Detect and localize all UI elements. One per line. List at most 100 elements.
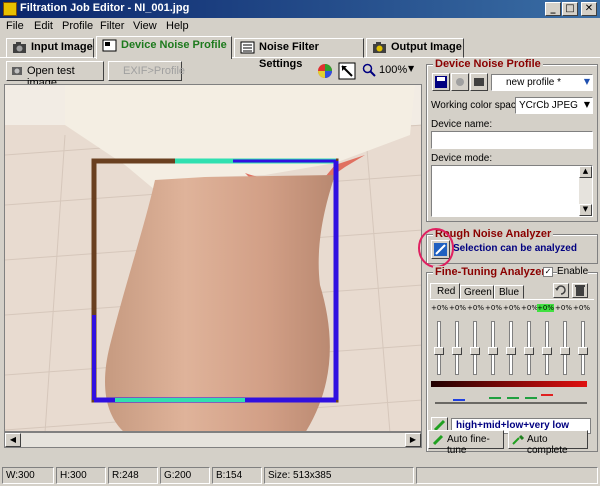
menu-profile[interactable]: Profile: [62, 20, 93, 32]
slider-thumb[interactable]: [488, 347, 498, 355]
status-size: Size: 513x385: [264, 467, 414, 484]
percentage-label-highlighted: +0%: [537, 304, 554, 312]
device-mode-label: Device mode:: [431, 153, 493, 164]
working-color-space-select[interactable]: YCrCb JPEG ▼: [515, 97, 593, 114]
working-color-space-value: YCrCb JPEG: [519, 100, 578, 111]
scroll-down-icon[interactable]: ▼: [579, 204, 592, 216]
tab-output-image[interactable]: Output Image: [366, 38, 464, 58]
slider-thumb[interactable]: [560, 347, 570, 355]
slider-thumb[interactable]: [470, 347, 480, 355]
channel-tab-label: Red: [437, 286, 456, 297]
frequency-markers: [435, 394, 587, 404]
slider-thumb[interactable]: [506, 347, 516, 355]
zoom-dropdown-icon[interactable]: ▼: [408, 64, 414, 73]
sliders-icon: [240, 41, 255, 54]
slider-thumb[interactable]: [434, 347, 444, 355]
status-height: H:300: [56, 467, 106, 484]
image-toolbar: Open test image EXIF>Profile 100% ▼: [0, 59, 422, 89]
tab-device-noise-profile[interactable]: Device Noise Profile: [96, 36, 232, 59]
slider-thumb[interactable]: [578, 347, 588, 355]
menu-filter[interactable]: Filter: [100, 20, 124, 32]
tab-divider: [430, 299, 594, 300]
pencil-icon: [432, 434, 444, 446]
minimize-button[interactable]: _: [545, 2, 561, 16]
frequency-color-bar: [431, 381, 587, 387]
slider-thumb[interactable]: [524, 347, 534, 355]
test-image: [5, 85, 421, 431]
percentage-label: +0%: [555, 304, 572, 312]
tab-label: Input Image: [31, 41, 93, 53]
auto-complete-button[interactable]: Auto complete: [508, 430, 588, 456]
open-test-image-button[interactable]: Open test image: [6, 61, 104, 89]
analyzer-message: Selection can be analyzed: [453, 243, 577, 254]
color-wheel-icon[interactable]: [316, 62, 334, 80]
open-profile-icon: [456, 78, 464, 86]
status-blue: B:154: [212, 467, 262, 484]
tab-label: Device Noise Profile: [121, 39, 227, 51]
percentage-label: +0%: [521, 304, 538, 312]
title-bar: Filtration Job Editor - NI_001.jpg _ □ ✕: [0, 0, 600, 18]
menu-file[interactable]: File: [6, 20, 24, 32]
tab-input-image[interactable]: Input Image: [6, 38, 94, 58]
zoom-level[interactable]: 100%: [379, 64, 407, 76]
device-name-label: Device name:: [431, 119, 493, 130]
profile-manager-button[interactable]: [470, 73, 488, 91]
horizontal-scrollbar[interactable]: ◀ ▶: [4, 432, 422, 448]
group-title: Fine-Tuning Analyzer: [433, 266, 548, 278]
enable-checkbox[interactable]: ✓: [543, 267, 553, 277]
save-profile-button[interactable]: [432, 73, 450, 91]
tab-red[interactable]: Red: [430, 283, 460, 299]
menu-edit[interactable]: Edit: [34, 20, 53, 32]
channel-tab-label: Green: [464, 287, 492, 298]
chevron-down-icon[interactable]: ▼: [584, 100, 590, 109]
scroll-up-icon[interactable]: ▲: [579, 166, 592, 178]
zoom-icon[interactable]: [362, 63, 376, 77]
camera-icon: [373, 42, 386, 53]
percentage-label: +0%: [573, 304, 590, 312]
app-icon: [3, 2, 17, 16]
status-width: W:300: [2, 467, 54, 484]
exif-profile-button[interactable]: EXIF>Profile: [108, 61, 186, 81]
menu-bar: File Edit Profile Filter View Help: [0, 18, 600, 36]
menu-help[interactable]: Help: [166, 20, 189, 32]
right-panel: Device Noise Profile new profile * ▼ Wor…: [418, 58, 600, 458]
percentage-label: +0%: [467, 304, 484, 312]
trash-icon: [575, 285, 585, 296]
tab-green[interactable]: Green: [460, 285, 494, 299]
tab-noise-filter-settings[interactable]: Noise Filter Settings: [234, 38, 364, 70]
group-title: Device Noise Profile: [433, 58, 543, 70]
auto-fine-tune-label: Auto fine-tune: [447, 434, 490, 456]
image-viewport[interactable]: [4, 84, 422, 432]
enable-label: Enable: [557, 266, 589, 277]
wand-icon: [512, 434, 525, 445]
exif-profile-label: EXIF>Profile: [123, 65, 186, 77]
chevron-down-icon[interactable]: ▼: [584, 77, 590, 86]
delete-button[interactable]: [572, 283, 588, 298]
open-profile-button[interactable]: [451, 73, 469, 91]
close-button[interactable]: ✕: [581, 2, 597, 16]
profile-select[interactable]: new profile * ▼: [491, 74, 593, 91]
save-icon: [435, 76, 447, 88]
undo-button[interactable]: [553, 283, 569, 298]
fine-tuning-analyzer-group: Fine-Tuning Analyzer ✓ Enable Red Green …: [426, 266, 598, 452]
device-name-field[interactable]: [431, 131, 593, 149]
window-title: Filtration Job Editor - NI_001.jpg: [20, 2, 190, 14]
percentage-label: +0%: [431, 304, 448, 312]
open-image-icon: [12, 67, 22, 75]
maximize-button[interactable]: □: [562, 2, 578, 16]
profile-icon: [102, 39, 117, 52]
scroll-left-icon[interactable]: ◀: [5, 433, 21, 447]
device-mode-field[interactable]: ▲ ▼: [431, 165, 593, 217]
status-bar: W:300 H:300 R:248 G:200 B:154 Size: 513x…: [0, 464, 600, 486]
slider-thumb[interactable]: [452, 347, 462, 355]
auto-fine-tune-button[interactable]: Auto fine-tune: [428, 430, 504, 456]
slider-thumb[interactable]: [542, 347, 552, 355]
annotation-circle: [418, 228, 454, 268]
fit-arrow-icon[interactable]: [338, 62, 356, 80]
percentage-label: +0%: [503, 304, 520, 312]
tab-blue[interactable]: Blue: [494, 285, 524, 299]
scroll-right-icon[interactable]: ▶: [405, 433, 421, 447]
device-mode-scrollbar[interactable]: ▲ ▼: [579, 166, 592, 216]
menu-view[interactable]: View: [133, 20, 157, 32]
profile-name: new profile *: [506, 77, 562, 88]
